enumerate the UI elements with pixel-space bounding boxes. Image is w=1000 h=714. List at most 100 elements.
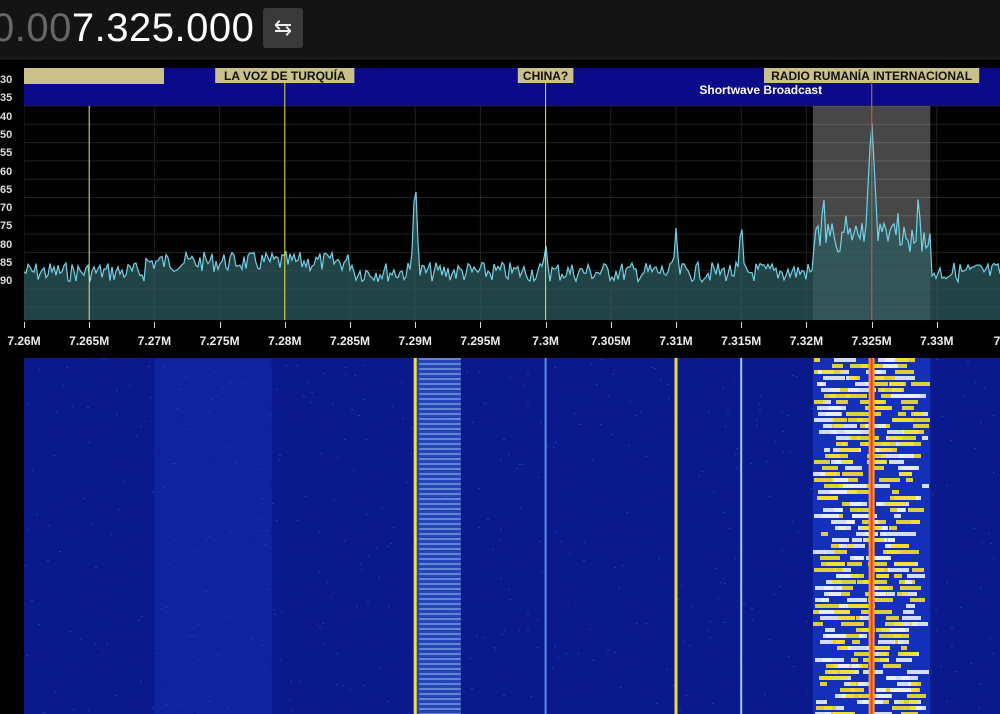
noise-speck xyxy=(359,498,361,499)
noise-speck xyxy=(788,656,790,657)
striped-signal-line xyxy=(419,678,461,680)
striped-signal-line xyxy=(419,628,461,630)
noise-speck xyxy=(541,571,543,572)
striped-signal-line xyxy=(419,543,461,545)
x-axis-tick xyxy=(545,322,547,328)
noise-speck xyxy=(279,659,281,660)
striped-signal-line xyxy=(419,708,461,710)
noise-speck xyxy=(557,554,559,555)
signal-energy xyxy=(889,382,906,386)
striped-signal-line xyxy=(419,648,461,650)
noise-speck xyxy=(773,466,775,467)
noise-speck xyxy=(639,534,641,535)
noise-speck xyxy=(716,484,718,485)
bookmark-label[interactable]: RADIO RUMANÍA INTERNACIONAL xyxy=(764,68,980,83)
swap-button[interactable]: ⇆ xyxy=(263,8,303,48)
noise-speck xyxy=(581,410,583,411)
noise-speck xyxy=(381,507,383,508)
striped-signal-line xyxy=(419,488,461,490)
noise-speck xyxy=(798,364,800,365)
noise-speck xyxy=(43,712,45,713)
noise-speck xyxy=(115,513,117,514)
x-axis-tick xyxy=(871,322,873,328)
frequency-display[interactable]: 0.007.325.000 xyxy=(0,4,254,52)
noise-speck xyxy=(569,553,571,554)
noise-speck xyxy=(809,611,811,612)
striped-signal-line xyxy=(419,548,461,550)
noise-speck xyxy=(779,563,781,564)
noise-speck xyxy=(967,361,969,362)
noise-speck xyxy=(33,637,35,638)
noise-speck xyxy=(983,700,985,701)
noise-speck xyxy=(527,614,529,615)
signal-energy xyxy=(826,664,838,668)
noise-speck xyxy=(570,604,572,605)
noise-speck xyxy=(61,430,63,431)
noise-speck xyxy=(102,581,104,582)
striped-signal-line xyxy=(419,613,461,615)
noise-speck xyxy=(494,649,496,650)
noise-speck xyxy=(296,365,298,366)
x-axis-tick xyxy=(350,322,351,328)
waterfall-canvas[interactable] xyxy=(24,358,1000,714)
noise-speck xyxy=(302,708,304,709)
striped-signal-line xyxy=(419,693,461,695)
noise-speck xyxy=(611,434,613,435)
signal-energy xyxy=(822,466,838,470)
spectrum-plot[interactable]: Shortwave Broadcast LA VOZ DE TURQUÍA CHIN… xyxy=(24,66,1000,320)
noise-speck xyxy=(115,695,117,696)
signal-energy xyxy=(902,406,914,410)
noise-speck xyxy=(92,406,94,407)
spectrum-panel[interactable]: 30 35 40 50 55 60 65 70 75 80 85 90 Shortwave Broad… xyxy=(0,60,1000,358)
waterfall-display[interactable] xyxy=(0,358,1000,714)
signal-energy xyxy=(882,442,896,446)
bookmark-label[interactable]: CHINA? xyxy=(517,68,574,83)
striped-signal-line xyxy=(419,558,461,560)
noise-speck xyxy=(30,513,32,514)
noise-speck xyxy=(518,630,520,631)
noise-speck xyxy=(107,596,109,597)
striped-signal-line xyxy=(419,393,461,395)
signal-energy xyxy=(895,376,915,380)
noise-speck xyxy=(92,607,94,608)
noise-speck xyxy=(480,634,482,635)
noise-speck xyxy=(111,582,113,583)
noise-speck xyxy=(310,402,312,403)
striped-signal-line xyxy=(419,383,461,385)
noise-speck xyxy=(981,600,983,601)
striped-signal-line xyxy=(419,478,461,480)
striped-signal-line xyxy=(419,438,461,440)
band-plan-segment[interactable] xyxy=(24,68,164,84)
noise-speck xyxy=(81,634,83,635)
noise-speck xyxy=(579,424,581,425)
signal-energy xyxy=(890,628,909,632)
noise-speck xyxy=(736,467,738,468)
signal-energy xyxy=(848,418,863,422)
signal-energy xyxy=(817,496,838,500)
noise-speck xyxy=(729,528,731,529)
noise-speck xyxy=(106,644,108,645)
noise-speck xyxy=(764,473,766,474)
signal-energy xyxy=(848,430,870,434)
signal-energy xyxy=(842,568,851,572)
noise-speck xyxy=(538,613,540,614)
noise-speck xyxy=(701,429,703,430)
noise-speck xyxy=(281,611,283,612)
noise-speck xyxy=(479,419,481,420)
signal-energy xyxy=(850,508,859,512)
signal-energy xyxy=(879,478,900,482)
signal-energy xyxy=(824,448,830,452)
signal-energy xyxy=(879,448,897,452)
noise-speck xyxy=(750,463,752,464)
bookmark-label[interactable]: LA VOZ DE TURQUÍA xyxy=(215,68,355,83)
noise-speck xyxy=(980,422,982,423)
striped-signal-line xyxy=(419,498,461,500)
noise-speck xyxy=(935,609,937,610)
noise-speck xyxy=(297,520,299,521)
x-axis-label: 7.315M xyxy=(721,334,762,348)
noise-speck xyxy=(403,535,405,536)
signal-energy xyxy=(818,412,841,416)
noise-speck xyxy=(504,630,506,631)
noise-speck xyxy=(932,567,934,568)
signal-energy xyxy=(839,448,859,452)
